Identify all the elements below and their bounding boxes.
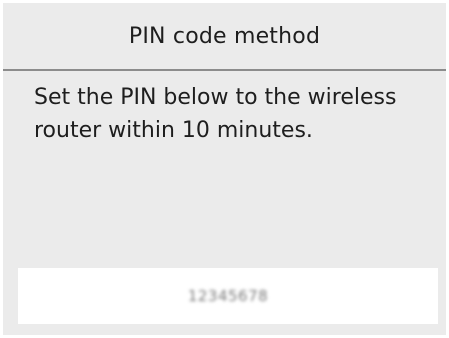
printer-panel-screen: PIN code method Set the PIN below to the… [3, 3, 446, 335]
pin-code-value: 12345678 [187, 287, 269, 305]
instruction-message: Set the PIN below to the wireless router… [34, 85, 397, 143]
page-title: PIN code method [128, 23, 321, 49]
pin-display-box: 12345678 [18, 268, 438, 324]
header-divider [3, 69, 446, 71]
screen-header: PIN code method [3, 3, 446, 69]
